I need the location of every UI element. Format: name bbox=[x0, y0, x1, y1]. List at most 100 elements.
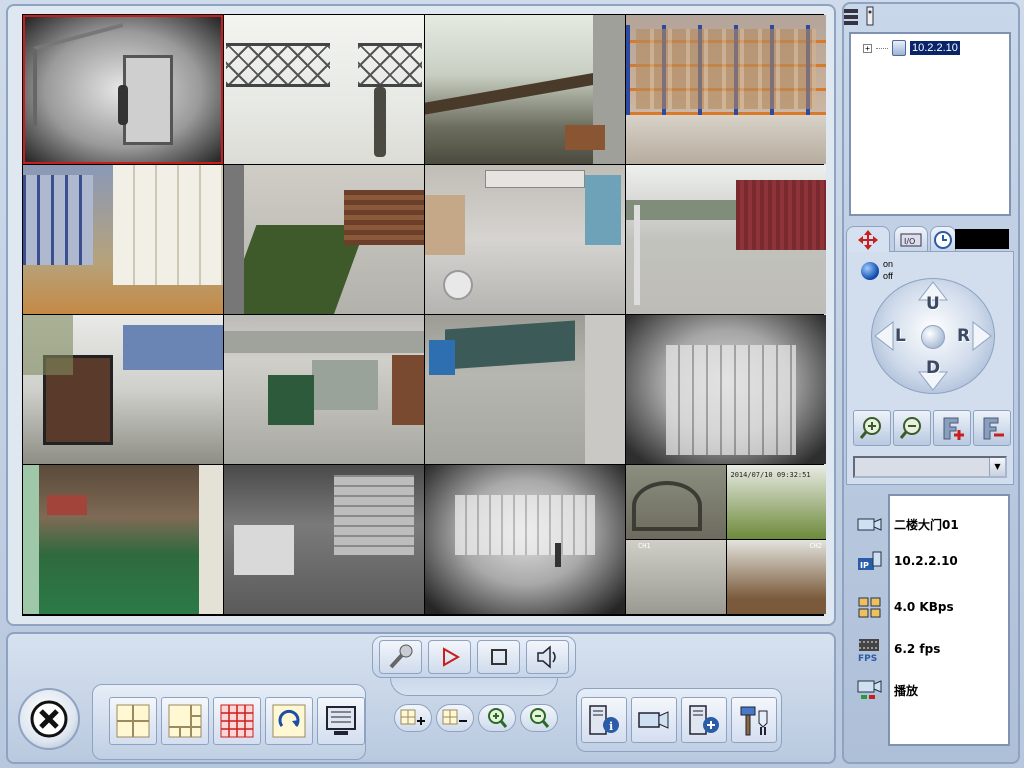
arch bbox=[632, 481, 702, 531]
digital-zoom-in-button[interactable] bbox=[478, 704, 516, 732]
camera-settings-icon bbox=[638, 711, 669, 729]
video-cell-15[interactable] bbox=[425, 465, 625, 614]
zoom-in-icon bbox=[859, 417, 881, 439]
fullscreen-button[interactable] bbox=[317, 697, 365, 745]
layout-6-button[interactable] bbox=[161, 697, 209, 745]
info-row-camera: 二楼大门01 bbox=[850, 512, 1010, 536]
video-cell-10[interactable] bbox=[224, 315, 424, 464]
ptz-zoom-row bbox=[853, 410, 1011, 446]
video-cell-14[interactable] bbox=[224, 465, 424, 614]
tools-button[interactable] bbox=[731, 697, 777, 743]
ip-icon: IP bbox=[856, 550, 884, 574]
ptz-down-button[interactable]: D bbox=[926, 358, 940, 378]
box-stacks bbox=[666, 345, 796, 455]
close-icon bbox=[30, 700, 68, 738]
osd-channel-a: CH1 bbox=[638, 542, 651, 550]
sub-view-3[interactable]: CH1 bbox=[626, 540, 726, 614]
add-view-button[interactable] bbox=[394, 704, 432, 732]
channel-info-panel: 二楼大门01 IP 10.2.2.10 4.0 KBps FPS 6.2 fps… bbox=[850, 492, 1014, 758]
focus-far-button[interactable] bbox=[973, 410, 1011, 446]
video-cell-6[interactable] bbox=[224, 165, 424, 314]
ptz-left-button[interactable]: L bbox=[895, 326, 906, 346]
sub-view-2[interactable]: 2014/07/10 09:32:51 bbox=[726, 465, 826, 539]
video-cell-11[interactable] bbox=[425, 315, 625, 464]
stop-icon bbox=[490, 649, 507, 665]
media-controls bbox=[372, 636, 576, 678]
person bbox=[555, 543, 561, 567]
tree-node-device[interactable]: + 10.2.2.10 bbox=[863, 40, 960, 56]
video-cell-4[interactable] bbox=[626, 15, 826, 164]
video-cell-16[interactable]: 2014/07/10 09:32:51 CH1 CH2 bbox=[626, 465, 826, 614]
layout-4-icon bbox=[116, 704, 150, 738]
layout-16-button[interactable] bbox=[213, 697, 261, 745]
wood-pallets bbox=[344, 190, 424, 245]
video-cell-8[interactable] bbox=[626, 165, 826, 314]
layout-6-icon bbox=[168, 704, 202, 738]
exit-button[interactable] bbox=[18, 688, 80, 750]
tab-clock[interactable] bbox=[930, 226, 956, 252]
truck-cab bbox=[268, 375, 314, 425]
stair-railing bbox=[33, 22, 123, 128]
container bbox=[312, 360, 378, 410]
play-status-icon bbox=[856, 678, 884, 702]
pallets bbox=[392, 355, 424, 425]
io-icon: I/O bbox=[900, 233, 922, 246]
focus-far-icon bbox=[983, 417, 1004, 440]
camera-settings-button[interactable] bbox=[631, 697, 677, 743]
device-info-button[interactable]: i bbox=[581, 697, 627, 743]
tab-io[interactable]: I/O bbox=[894, 226, 928, 252]
trees bbox=[626, 200, 736, 220]
sub-view-1[interactable] bbox=[626, 465, 726, 539]
left-racks bbox=[23, 175, 93, 265]
video-cell-1[interactable] bbox=[23, 15, 223, 164]
digital-zoom-out-button[interactable] bbox=[520, 704, 558, 732]
video-cell-12[interactable] bbox=[626, 315, 826, 464]
truck-trailer bbox=[123, 325, 223, 370]
remove-view-button[interactable] bbox=[436, 704, 474, 732]
ptz-move-icon bbox=[858, 229, 878, 250]
cycle-icon bbox=[272, 704, 306, 738]
sub-view-4[interactable]: CH2 bbox=[726, 540, 826, 614]
cycle-button[interactable] bbox=[265, 697, 313, 745]
dvr-device-icon bbox=[892, 40, 906, 56]
add-view-icon bbox=[400, 709, 425, 725]
zoom-in-button[interactable] bbox=[853, 410, 891, 446]
chevron-down-icon[interactable]: ▼ bbox=[989, 458, 1005, 476]
video-cell-5[interactable] bbox=[23, 165, 223, 314]
info-row-state: 播放 bbox=[850, 678, 1010, 702]
zoom-out-button[interactable] bbox=[893, 410, 931, 446]
expand-icon[interactable]: + bbox=[863, 43, 872, 53]
tree-node-label[interactable]: 10.2.2.10 bbox=[910, 41, 960, 55]
speaker-button[interactable] bbox=[526, 640, 569, 674]
preset-dropdown[interactable]: ▼ bbox=[853, 456, 1007, 478]
microphone-button[interactable] bbox=[379, 640, 422, 674]
ptz-up-button[interactable]: U bbox=[926, 294, 940, 314]
video-cell-3[interactable] bbox=[425, 15, 625, 164]
video-cell-7[interactable] bbox=[425, 165, 625, 314]
video-cell-13[interactable] bbox=[23, 465, 223, 614]
shelves bbox=[334, 475, 414, 555]
doorway bbox=[123, 55, 173, 145]
video-cell-2[interactable] bbox=[224, 15, 424, 164]
stop-button[interactable] bbox=[477, 640, 520, 674]
focus-near-button[interactable] bbox=[933, 410, 971, 446]
device-tree[interactable]: + 10.2.2.10 bbox=[849, 32, 1011, 216]
device-list-icon[interactable] bbox=[843, 5, 879, 27]
zoom-out-icon bbox=[899, 417, 921, 439]
video-cell-9[interactable] bbox=[23, 315, 223, 464]
ptz-center-button[interactable] bbox=[921, 325, 945, 349]
tools-icon bbox=[740, 706, 768, 736]
ptz-right-button[interactable]: R bbox=[957, 326, 970, 346]
svg-text:i: i bbox=[609, 720, 613, 733]
add-device-button[interactable] bbox=[681, 697, 727, 743]
svg-text:I/O: I/O bbox=[904, 237, 915, 246]
camera-icon bbox=[856, 512, 884, 536]
on-label: on bbox=[883, 259, 894, 269]
digital-zoom-out-icon bbox=[530, 708, 550, 728]
layout-4-button[interactable] bbox=[109, 697, 157, 745]
box-stacks bbox=[455, 495, 595, 555]
remove-view-icon bbox=[442, 709, 467, 725]
fps: 6.2 fps bbox=[894, 642, 941, 656]
tab-ptz[interactable] bbox=[846, 226, 890, 252]
play-button[interactable] bbox=[428, 640, 471, 674]
